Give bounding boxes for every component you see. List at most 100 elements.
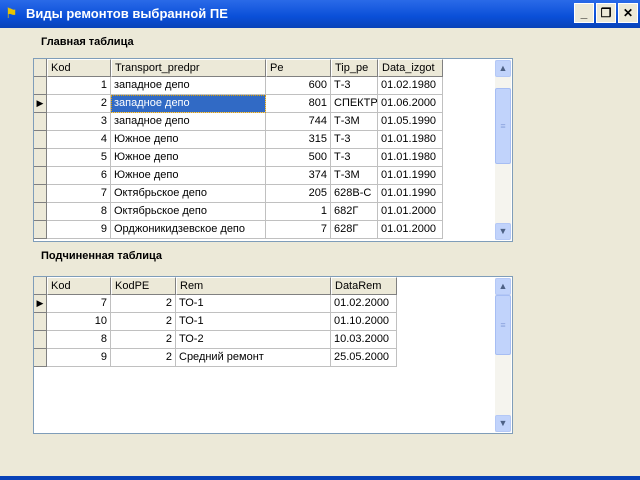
table-cell[interactable]: 315 [266,131,331,149]
detail-grid-scrollbar[interactable]: ▲ ≡ ▼ [495,278,511,432]
table-cell[interactable]: 25.05.2000 [331,349,397,367]
scroll-up-icon[interactable]: ▲ [495,60,511,77]
table-cell[interactable]: 01.01.1980 [378,149,443,167]
table-row[interactable]: 8 2 ТО-2 10.03.2000 [34,331,397,349]
table-cell[interactable]: 600 [266,77,331,95]
table-cell[interactable]: Т-3М [331,113,378,131]
table-cell[interactable]: 2 [47,95,111,113]
table-cell[interactable]: 5 [47,149,111,167]
table-row[interactable]: 5 Южное депо 500 Т-3 01.01.1980 [34,149,443,167]
table-cell[interactable]: 01.01.1980 [378,131,443,149]
table-cell[interactable]: 628В-С [331,185,378,203]
table-row[interactable]: 8 Октябрьское депо 1 682Г 01.01.2000 [34,203,443,221]
table-cell[interactable]: 01.10.2000 [331,313,397,331]
table-cell[interactable]: Т-3 [331,77,378,95]
table-cell[interactable]: 7 [47,185,111,203]
scroll-down-icon[interactable]: ▼ [495,223,511,240]
table-cell[interactable]: 7 [47,295,111,313]
table-cell[interactable]: 01.01.2000 [378,203,443,221]
column-header[interactable]: Kod [47,59,111,77]
table-cell[interactable]: 01.05.1990 [378,113,443,131]
main-grid[interactable]: ▲ ≡ ▼ Kod Transport_predpr Pe Tip_pe Data_iz… [33,58,513,242]
table-cell[interactable]: ТО-2 [176,331,331,349]
column-header[interactable]: Kod [47,277,111,295]
table-cell[interactable]: Южное депо [111,149,266,167]
table-cell[interactable]: СПЕКТР [331,95,378,113]
table-cell[interactable]: 6 [47,167,111,185]
column-header[interactable]: DataRem [331,277,397,295]
table-cell[interactable]: 8 [47,203,111,221]
table-cell[interactable]: 8 [47,331,111,349]
main-grid-scrollbar[interactable]: ▲ ≡ ▼ [495,60,511,240]
current-row-indicator-icon[interactable]: ▶ [34,95,47,113]
table-cell[interactable]: 01.01.1990 [378,185,443,203]
minimize-button[interactable]: _ [574,3,594,23]
table-row[interactable]: 9 Орджоникидзевское депо 7 628Г 01.01.2000 [34,221,443,239]
table-row[interactable]: ▶ 7 2 ТО-1 01.02.2000 [34,295,397,313]
table-cell[interactable]: ТО-1 [176,295,331,313]
table-cell[interactable]: 10.03.2000 [331,331,397,349]
table-row[interactable]: 6 Южное депо 374 Т-3М 01.01.1990 [34,167,443,185]
table-cell[interactable]: 2 [111,349,176,367]
table-row[interactable]: 3 западное депо 744 Т-3М 01.05.1990 [34,113,443,131]
table-row[interactable]: 7 Октябрьское депо 205 628В-С 01.01.1990 [34,185,443,203]
table-cell[interactable]: Т-3М [331,167,378,185]
table-cell[interactable]: 01.06.2000 [378,95,443,113]
row-indicator[interactable] [34,167,47,185]
table-row[interactable]: 10 2 ТО-1 01.10.2000 [34,313,397,331]
row-indicator[interactable] [34,203,47,221]
column-header[interactable]: Tip_pe [331,59,378,77]
current-row-indicator-icon[interactable]: ▶ [34,295,47,313]
table-cell[interactable]: 01.01.2000 [378,221,443,239]
table-cell[interactable]: 2 [111,331,176,349]
column-header[interactable]: Data_izgot [378,59,443,77]
table-cell[interactable]: Южное депо [111,131,266,149]
table-cell[interactable]: 7 [266,221,331,239]
table-cell[interactable]: западное депо [111,95,266,113]
table-cell[interactable]: 9 [47,221,111,239]
row-indicator[interactable] [34,221,47,239]
row-indicator[interactable] [34,349,47,367]
table-cell[interactable]: 1 [47,77,111,95]
table-cell[interactable]: Октябрьское депо [111,185,266,203]
column-header[interactable]: Pe [266,59,331,77]
table-cell[interactable]: 2 [111,295,176,313]
table-cell[interactable]: 01.02.2000 [331,295,397,313]
table-cell[interactable]: 744 [266,113,331,131]
table-row[interactable]: 4 Южное депо 315 Т-3 01.01.1980 [34,131,443,149]
column-header[interactable]: Transport_predpr [111,59,266,77]
table-row[interactable]: 9 2 Средний ремонт 25.05.2000 [34,349,397,367]
scroll-thumb[interactable]: ≡ [495,88,511,164]
table-cell[interactable]: Южное депо [111,167,266,185]
table-cell[interactable]: Т-3 [331,131,378,149]
table-cell[interactable]: 1 [266,203,331,221]
row-indicator[interactable] [34,113,47,131]
table-cell[interactable]: ТО-1 [176,313,331,331]
table-cell[interactable]: западное депо [111,77,266,95]
table-cell[interactable]: 205 [266,185,331,203]
column-header[interactable]: KodPE [111,277,176,295]
table-row[interactable]: 1 западное депо 600 Т-3 01.02.1980 [34,77,443,95]
table-cell[interactable]: 682Г [331,203,378,221]
row-indicator[interactable] [34,313,47,331]
table-cell[interactable]: Средний ремонт [176,349,331,367]
row-indicator[interactable] [34,149,47,167]
table-cell[interactable]: 4 [47,131,111,149]
row-indicator[interactable] [34,131,47,149]
table-cell[interactable]: западное депо [111,113,266,131]
table-cell[interactable]: Октябрьское депо [111,203,266,221]
table-cell[interactable]: 2 [111,313,176,331]
table-cell[interactable]: 10 [47,313,111,331]
row-indicator[interactable] [34,77,47,95]
table-cell[interactable]: 01.01.1990 [378,167,443,185]
table-cell[interactable]: 500 [266,149,331,167]
table-cell[interactable]: 9 [47,349,111,367]
table-cell[interactable]: 628Г [331,221,378,239]
close-button[interactable]: ✕ [618,3,638,23]
table-cell[interactable]: Орджоникидзевское депо [111,221,266,239]
scroll-thumb[interactable]: ≡ [495,295,511,355]
detail-grid[interactable]: ▲ ≡ ▼ Kod KodPE Rem DataRem ▶ 7 2 ТО-1 01.02.200… [33,276,513,434]
table-cell[interactable]: 01.02.1980 [378,77,443,95]
table-row[interactable]: ▶ 2 западное депо 801 СПЕКТР 01.06.2000 [34,95,443,113]
scroll-up-icon[interactable]: ▲ [495,278,511,295]
